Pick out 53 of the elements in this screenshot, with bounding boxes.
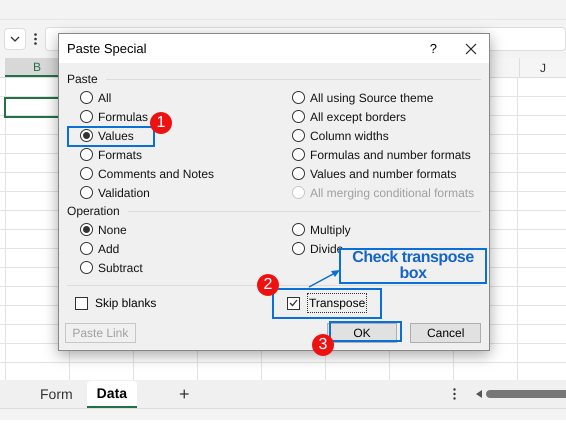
radio-button[interactable]	[292, 167, 305, 180]
option-label: Values and number formats	[310, 166, 457, 182]
radio-button[interactable]	[80, 167, 93, 180]
radio-button[interactable]	[292, 91, 305, 104]
help-button[interactable]: ?	[430, 38, 437, 58]
radio-button[interactable]	[80, 223, 93, 236]
radio-button[interactable]	[80, 186, 93, 199]
radio-button[interactable]	[80, 110, 93, 123]
radio-button[interactable]	[292, 242, 305, 255]
checkbox-label: Transpose	[307, 293, 368, 313]
sheet-tab[interactable]: Form	[30, 380, 83, 408]
radio-button[interactable]	[292, 129, 305, 142]
option-label: Formulas	[98, 108, 148, 126]
sheet-tab[interactable]: Data	[86, 380, 138, 408]
name-box[interactable]	[4, 28, 26, 50]
column-header[interactable]: J	[519, 58, 566, 77]
option-label: Values	[98, 128, 134, 144]
more-vertical-icon[interactable]	[453, 388, 456, 400]
scroll-left-icon[interactable]	[476, 390, 482, 398]
option-label: All	[98, 90, 112, 106]
option-label: Validation	[98, 184, 150, 202]
checkbox-label: Skip blanks	[95, 295, 156, 312]
option-label: Formulas and number formats	[310, 146, 471, 164]
option-label: Comments and Notes	[98, 166, 214, 182]
option-label: All merging conditional formats	[310, 184, 474, 202]
dialog-title: Paste Special	[67, 40, 148, 58]
section-label: Operation	[67, 203, 120, 220]
callout-box: Check transpose box	[339, 248, 487, 284]
option-label: All except borders	[310, 108, 406, 126]
dialog-button[interactable]: Cancel	[410, 323, 482, 343]
section-label: Paste	[67, 71, 98, 88]
radio-button[interactable]	[292, 110, 305, 123]
radio-button[interactable]	[80, 242, 93, 255]
chevron-down-icon	[10, 36, 20, 42]
horizontal-scrollbar[interactable]	[486, 390, 566, 398]
radio-button[interactable]	[80, 148, 93, 161]
radio-button[interactable]	[292, 148, 305, 161]
radio-button[interactable]	[80, 91, 93, 104]
option-label: Formats	[98, 146, 142, 164]
more-vertical-icon[interactable]	[34, 33, 37, 45]
option-label: Subtract	[98, 260, 143, 276]
option-label: Multiply	[310, 222, 351, 238]
option-label: None	[98, 222, 127, 238]
checkbox[interactable]	[287, 296, 300, 310]
radio-button[interactable]	[292, 223, 305, 236]
radio-button[interactable]	[80, 261, 93, 274]
option-label: All using Source theme	[310, 90, 434, 106]
option-label: Add	[98, 240, 120, 258]
radio-button[interactable]	[80, 129, 93, 142]
add-sheet-button[interactable]: +	[179, 380, 190, 408]
checkbox[interactable]	[75, 296, 88, 310]
close-icon[interactable]	[465, 42, 477, 54]
option-label: Column widths	[310, 128, 389, 144]
